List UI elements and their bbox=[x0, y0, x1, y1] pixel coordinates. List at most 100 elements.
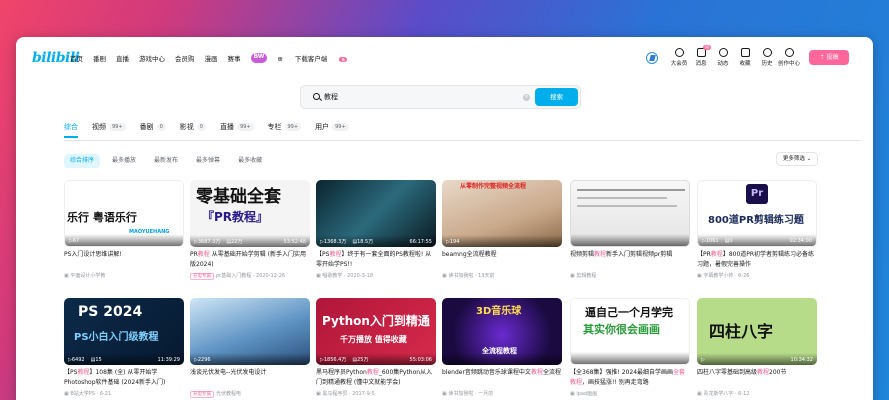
thumb-text: 从零制作完整视频全流程 bbox=[460, 183, 527, 190]
title-highlight: 教程 bbox=[710, 251, 723, 258]
video-title[interactable]: 【PS教程】终于有一套全面的PS教程啦! 从零开始学PS!! bbox=[316, 250, 436, 270]
video-card[interactable]: 从零制作完整视频全流程 ▷ 194 beamng全流程教程 ▣ 读书加我啦 · 1… bbox=[442, 180, 562, 279]
video-title[interactable]: blender音频跳动音乐球课程中文教程全流程 bbox=[442, 368, 562, 388]
title-highlight: 教程 bbox=[594, 251, 607, 258]
thumb-stats: ▷ 67 bbox=[65, 234, 183, 246]
sort-most-danmaku[interactable]: 最多弹幕 bbox=[190, 154, 226, 168]
author-name[interactable]: 剪辑教程 bbox=[576, 273, 596, 279]
clear-icon[interactable]: × bbox=[523, 94, 530, 101]
video-thumbnail[interactable]: 3D音乐球 全流程教程 bbox=[442, 298, 562, 365]
video-thumbnail[interactable]: 从零制作完整视频全流程 ▷ 194 bbox=[442, 180, 562, 247]
video-thumbnail[interactable]: 乐行 粤语乐行 MAOYUEHANG ▷ 67 bbox=[64, 180, 184, 247]
nav-esports[interactable]: 赛事 bbox=[228, 53, 241, 63]
dynamic-link[interactable]: 动态 bbox=[712, 48, 734, 67]
author-name[interactable]: B站大学PS bbox=[70, 391, 95, 397]
video-card[interactable]: PS 2024 PS小白入门级教程 ▷ 6492 ▤ 15 11:39:29 【PS教程… bbox=[64, 298, 184, 397]
video-thumbnail[interactable]: ▷ 2296 bbox=[190, 298, 310, 365]
video-thumbnail[interactable] bbox=[570, 180, 690, 247]
upload-button[interactable]: ⇡ 投稿 bbox=[809, 50, 849, 65]
author-name[interactable]: 读书加我啦 bbox=[448, 391, 473, 397]
video-title[interactable]: PS入门设计思维讲解! bbox=[64, 250, 184, 270]
video-title[interactable]: beamng全流程教程 bbox=[442, 250, 562, 270]
top-nav: 首页 番剧 直播 游戏中心 会员购 漫画 赛事 BW ⊕ 下载客户端 新 bbox=[70, 53, 367, 63]
vip-link[interactable]: 大会员 bbox=[668, 48, 690, 67]
creator-link[interactable]: 创作中心 bbox=[778, 48, 800, 67]
thumb-stats: ▷ 1856.4万 ▤ 25万 55:03:06 bbox=[316, 353, 436, 365]
video-title[interactable]: 四柱八字零基础到高级教程200节 bbox=[697, 368, 817, 388]
messages-link[interactable]: 99 消息 bbox=[690, 45, 712, 67]
video-card[interactable]: 3D音乐球 全流程教程 blender音频跳动音乐球课程中文教程全流程 ▣ 读书… bbox=[442, 298, 562, 397]
video-title[interactable]: 【全368集】强推! 2024最细自学画画全套教程，画技猛涨!! 别再走弯路 bbox=[570, 368, 690, 388]
nav-download-client[interactable]: ⊕ 下载客户端 新 bbox=[277, 53, 357, 63]
nav-shop[interactable]: 会员购 bbox=[175, 53, 195, 63]
tab-movies[interactable]: 影视 0 bbox=[180, 122, 206, 132]
messages-label: 消息 bbox=[695, 61, 707, 67]
video-card[interactable]: 零基础全套 『PR教程』 ▷ 3687.3万 ▤ 22万 53:52:48 PR教程 从… bbox=[190, 180, 310, 280]
author-name[interactable]: 青龙斯学八字 bbox=[703, 391, 733, 397]
video-thumbnail[interactable]: 四柱八字 ▷ 10:34:32 bbox=[697, 298, 817, 365]
author-name[interactable]: 平面设计小学教 bbox=[70, 273, 105, 279]
nav-games[interactable]: 游戏中心 bbox=[139, 53, 165, 63]
sort-most-favorites[interactable]: 最多收藏 bbox=[232, 154, 268, 168]
search-button[interactable]: 搜索 bbox=[535, 88, 578, 106]
nav-bw-banner[interactable]: BW bbox=[250, 53, 268, 63]
video-card[interactable]: Python入门到精通 千万播放 值得收藏 ▷ 1856.4万 ▤ 25万 55:03:… bbox=[316, 298, 436, 397]
video-title[interactable]: 【PR教程】800道PR初学者剪辑练习必备练习题，暑假完善操作 bbox=[697, 250, 817, 270]
author-name[interactable]: 黑马程序员 bbox=[322, 391, 347, 397]
sort-default[interactable]: 综合排序 bbox=[64, 154, 101, 168]
title-text: 全流程 bbox=[542, 369, 561, 376]
video-card[interactable]: Pr 800道PR剪辑练习题 ▷ 1061 ▤ 0 02:34:00 【PR教程】800… bbox=[697, 180, 817, 279]
history-link[interactable]: 历史 bbox=[756, 48, 778, 67]
video-title[interactable]: 黑马程序员Python教程_600集Python从入门到精通教程 (懂中文就能学… bbox=[316, 368, 436, 388]
title-text: 【PS bbox=[64, 369, 78, 376]
tab-count: 99+ bbox=[284, 123, 302, 131]
video-thumbnail[interactable]: 零基础全套 『PR教程』 ▷ 3687.3万 ▤ 22万 53:52:48 bbox=[190, 180, 310, 247]
more-filters-button[interactable]: 更多筛选 ⌄ bbox=[776, 152, 818, 166]
tab-users[interactable]: 用户 99+ bbox=[315, 122, 349, 132]
author-name[interactable]: 字幕教学小帅 bbox=[703, 273, 733, 279]
tab-video[interactable]: 视频 99+ bbox=[92, 122, 126, 132]
title-highlight: 教程 bbox=[77, 369, 90, 376]
tab-live[interactable]: 直播 99+ bbox=[220, 122, 254, 132]
tab-bangumi[interactable]: 番剧 0 bbox=[140, 122, 166, 132]
author-name[interactable]: 唱歌教学 bbox=[322, 273, 342, 279]
video-card[interactable]: 逼自己一个月学完 其实你很会画画 【全368集】强推! 2024最细自学画画全套… bbox=[570, 298, 690, 397]
screen-line bbox=[577, 197, 667, 199]
nav-anime[interactable]: 番剧 bbox=[93, 53, 106, 63]
video-thumbnail[interactable]: 逼自己一个月学完 其实你很会画画 bbox=[570, 298, 690, 365]
video-thumbnail[interactable]: Pr 800道PR剪辑练习题 ▷ 1061 ▤ 0 02:34:00 bbox=[697, 180, 817, 247]
user-avatar[interactable] bbox=[646, 52, 658, 64]
nav-live[interactable]: 直播 bbox=[116, 53, 129, 63]
tab-label: 直播 bbox=[219, 123, 234, 131]
nav-home[interactable]: 首页 bbox=[70, 53, 83, 63]
author-name[interactable]: ipad画画 bbox=[576, 391, 597, 397]
author-name[interactable]: 光伏教程电 bbox=[216, 391, 241, 397]
video-card[interactable]: 四柱八字 ▷ 10:34:32 四柱八字零基础到高级教程200节 ▣ 青龙斯学八字… bbox=[697, 298, 817, 397]
search-input[interactable]: 教程 bbox=[324, 92, 338, 102]
thumb-text: 四柱八字 bbox=[709, 322, 774, 341]
sort-newest[interactable]: 最新发布 bbox=[148, 154, 184, 168]
video-thumbnail[interactable]: PS 2024 PS小白入门级教程 ▷ 6492 ▤ 15 11:39:29 bbox=[64, 298, 184, 365]
author-name[interactable]: pr基础入门教程 bbox=[216, 273, 251, 279]
video-meta: ▣ 读书加我啦 · 13天前 bbox=[442, 273, 495, 279]
play-count: 6492 bbox=[71, 357, 85, 363]
sort-most-played[interactable]: 最多播放 bbox=[106, 154, 142, 168]
video-title[interactable]: 【PS教程】108集 (全) 从零开始学Photoshop软件基础 (2024新… bbox=[64, 368, 184, 388]
video-card[interactable]: 视频剪辑教程新手入门剪辑视频pr剪辑 ▣ 剪辑教程 bbox=[570, 180, 690, 279]
author-name[interactable]: 读书加我啦 bbox=[448, 273, 473, 279]
video-card[interactable]: ▷ 1368.3万 ▤ 18.5万 66:17:55 【PS教程】终于有一套全面的PS教… bbox=[316, 180, 436, 279]
video-thumbnail[interactable]: ▷ 1368.3万 ▤ 18.5万 66:17:55 bbox=[316, 180, 436, 247]
video-thumbnail[interactable]: Python入门到精通 千万播放 值得收藏 ▷ 1856.4万 ▤ 25万 55:03:… bbox=[316, 298, 436, 365]
tab-articles[interactable]: 专栏 99+ bbox=[268, 122, 302, 132]
video-title[interactable]: 视频剪辑教程新手入门剪辑视频pr剪辑 bbox=[570, 250, 690, 270]
favorites-link[interactable]: 收藏 bbox=[734, 48, 756, 67]
duration: 02:34:00 bbox=[789, 238, 812, 244]
video-title[interactable]: 浅谈光伏发电--光伏发电设计 bbox=[190, 368, 310, 388]
nav-comics[interactable]: 漫画 bbox=[205, 53, 218, 63]
thumb-subtext: 千万播放 值得收藏 bbox=[340, 335, 407, 344]
play-count: 3687.3万 bbox=[197, 239, 221, 245]
video-card[interactable]: 乐行 粤语乐行 MAOYUEHANG ▷ 67 PS入门设计思维讲解! ▣ 平面设… bbox=[64, 180, 184, 279]
tab-all[interactable]: 综合 bbox=[64, 122, 78, 138]
video-title[interactable]: PR教程 从零基础开始学剪辑 (新手入门实用版2024) bbox=[190, 250, 310, 270]
video-card[interactable]: ▷ 2296 浅谈光伏发电--光伏发电设计 充电专属 光伏教程电 bbox=[190, 298, 310, 398]
